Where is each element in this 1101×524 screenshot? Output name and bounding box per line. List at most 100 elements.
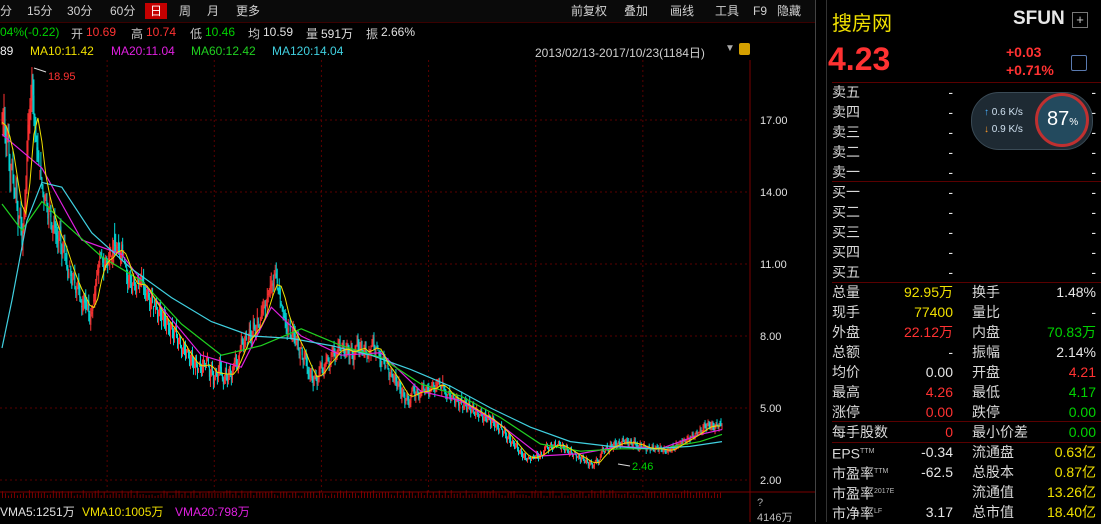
tf-minute[interactable]: 分 <box>0 3 12 19</box>
candle-body <box>57 239 59 243</box>
volume-bar <box>645 493 647 498</box>
candle-body <box>316 376 318 384</box>
candle-body <box>398 379 400 387</box>
tf-month[interactable]: 月 <box>207 3 219 19</box>
buy-row-2-value: - <box>948 204 953 220</box>
candle-body <box>312 377 314 387</box>
volume-bar <box>331 493 333 498</box>
volume-bar <box>52 490 54 498</box>
candle-body <box>13 179 15 197</box>
volume-bar <box>663 491 665 498</box>
volume-bar <box>298 495 300 498</box>
candle-body <box>230 375 232 380</box>
candle-body <box>91 312 93 314</box>
candle-body <box>142 279 144 281</box>
candle-body <box>649 450 651 452</box>
hide-button[interactable]: 隐藏 <box>777 3 801 19</box>
range-dropdown-icon[interactable]: ▼ <box>725 43 735 54</box>
candle-body <box>416 388 418 393</box>
candle-body <box>189 360 191 363</box>
tools-button[interactable]: 工具 <box>715 3 739 19</box>
volume-bar <box>61 490 63 498</box>
volume-bar <box>88 493 90 498</box>
add-watchlist-icon[interactable]: + <box>1072 12 1088 28</box>
candle-body <box>447 394 449 396</box>
volume-bar <box>519 494 521 498</box>
candle-body <box>174 333 176 337</box>
candle-body <box>317 378 319 383</box>
tf-15min[interactable]: 15分 <box>27 3 52 19</box>
candle-body <box>595 458 597 463</box>
tf-week[interactable]: 周 <box>179 3 191 19</box>
volume-bar <box>618 493 620 498</box>
volume-bar <box>178 490 180 498</box>
alert-bell-icon[interactable] <box>1071 55 1087 71</box>
ma120-line <box>1 181 723 450</box>
volume-bar <box>55 492 57 498</box>
draw-button[interactable]: 画线 <box>670 3 694 19</box>
candle-body <box>19 208 21 218</box>
volume-bar <box>714 491 716 498</box>
volume-bar <box>447 495 449 498</box>
candle-body <box>51 222 53 231</box>
candle-series <box>1 67 723 470</box>
overlay-button[interactable]: 叠加 <box>624 3 648 19</box>
volume-bar <box>319 490 321 498</box>
stat-row: 最高 4.26 最低 4.17 <box>832 382 1098 402</box>
y-tick-label: 11.00 <box>760 259 787 271</box>
tf-30min[interactable]: 30分 <box>67 3 92 19</box>
volume-bar <box>169 495 171 498</box>
buy-volume: - <box>1091 204 1096 220</box>
volume-bar <box>483 490 485 498</box>
volume-bar <box>211 493 213 498</box>
volume-bar <box>684 490 686 498</box>
volume-bar <box>390 494 392 498</box>
tf-more[interactable]: 更多 <box>236 3 260 19</box>
volume-bar <box>666 491 668 498</box>
stat-row-value2: 0.00 <box>1068 404 1096 420</box>
candle-body <box>232 364 234 372</box>
panel-grip[interactable] <box>816 0 827 522</box>
candle-body <box>11 163 13 168</box>
volume-bar <box>28 490 30 498</box>
volume-bar <box>513 490 515 498</box>
volume-bar <box>543 495 545 498</box>
candle-body <box>20 209 22 227</box>
high-marker-label: 18.95 <box>48 71 76 83</box>
volume-bar <box>361 490 363 498</box>
date-range-selector[interactable]: 2013/02/13-2017/10/23(1184日) <box>535 44 705 61</box>
volume-bar <box>121 490 123 498</box>
volume-bar <box>579 491 581 498</box>
stat-row: 外盘 22.12万 内盘 70.83万 <box>832 322 1098 342</box>
tf-day[interactable]: 日 <box>145 3 168 19</box>
stat-row-value2: 4.21 <box>1068 364 1096 380</box>
volume-bar <box>675 494 677 498</box>
tf-60min[interactable]: 60分 <box>110 3 135 19</box>
buy-row-3-value: - <box>948 224 953 240</box>
volume-bar <box>22 492 24 498</box>
stat-row-value2: 2.14% <box>1056 344 1096 360</box>
candle-body <box>67 266 69 279</box>
volume-bar <box>43 492 45 498</box>
candle-body <box>327 357 329 362</box>
stock-name: 搜房网 <box>832 13 892 35</box>
candle-body <box>194 360 196 368</box>
candle-body <box>183 343 185 351</box>
volume-bar <box>250 490 252 498</box>
kline-chart[interactable]: 17.00 14.00 11.00 8.00 5.00 2.00 18.95 2.46 V… <box>0 60 815 522</box>
volume-bar <box>588 493 590 498</box>
stat-row: 均价 0.00 开盘 4.21 <box>832 362 1098 382</box>
volume-bar <box>10 493 12 498</box>
candle-body <box>146 292 148 295</box>
adjust-button[interactable]: 前复权 <box>571 3 607 19</box>
volume-bar <box>639 495 641 498</box>
f9-button[interactable]: F9 <box>753 3 767 19</box>
candle-body <box>372 338 374 345</box>
candle-body <box>394 374 396 380</box>
candle-body <box>163 314 165 322</box>
candle-body <box>185 354 187 358</box>
candle-body <box>184 347 186 358</box>
volume-bar <box>450 490 452 498</box>
lock-icon[interactable] <box>739 43 750 55</box>
candle-body <box>526 458 528 461</box>
